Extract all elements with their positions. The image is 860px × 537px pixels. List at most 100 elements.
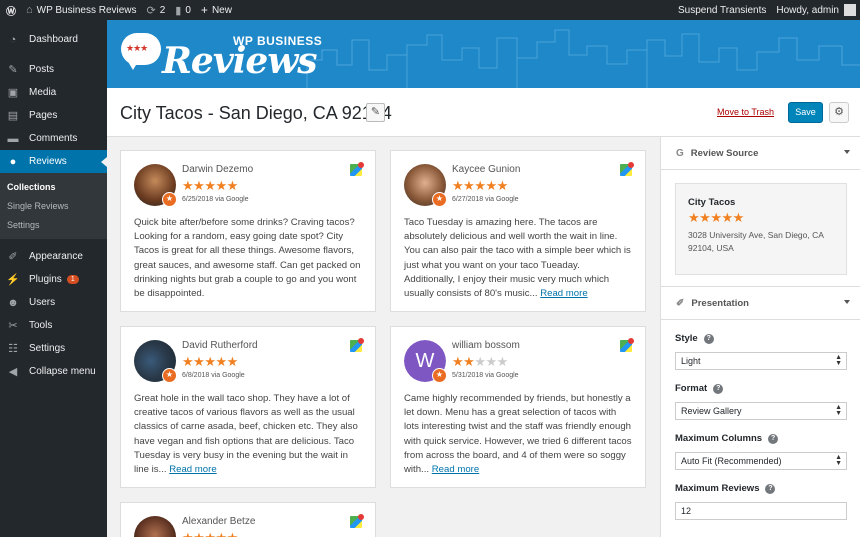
help-icon[interactable]: ? [713,383,724,394]
star-filled-icon: ★ [193,354,205,369]
review-platform-badge-icon: ★ [432,368,447,383]
pin-icon: ✎ [8,64,18,76]
howdy-text: Howdy, admin [776,4,839,16]
reviews-submenu: Collections Single Reviews Settings [0,173,107,239]
panel-header-label: Presentation [691,297,749,309]
settings-gear-button[interactable]: ⚙ [829,102,849,123]
plugins-update-badge: 1 [66,275,79,284]
presentation-header[interactable]: ✐ Presentation [661,287,860,320]
star-empty-icon: ★ [485,354,497,369]
star-filled-icon: ★ [485,178,497,193]
review-card: ★ Darwin Dezemo ★★★★★ 6/25/2018 via Goog… [120,150,376,312]
google-maps-icon[interactable] [620,162,634,176]
review-rating-stars: ★★★★★ [182,354,238,370]
menu-label: Pages [29,110,58,121]
submenu-settings[interactable]: Settings [0,215,107,234]
menu-label: Media [29,87,57,98]
review-date: 6/27/2018 via Google [452,196,519,203]
menu-plugins[interactable]: ⚡ Plugins 1 [0,268,107,291]
review-source-card: City Tacos ★★★★★ 3028 University Ave, Sa… [675,183,847,275]
style-select[interactable]: Light ▲ ▼ [675,352,847,370]
suspend-transients-link[interactable]: Suspend Transients [673,0,771,20]
submenu-single-reviews[interactable]: Single Reviews [0,196,107,215]
menu-settings[interactable]: ☷ Settings [0,337,107,360]
max-reviews-input[interactable]: 12 [675,502,847,520]
updates-link[interactable]: ⟳ 2 [142,0,171,20]
comment-bubble-icon: ▮ [175,4,182,17]
brush-icon: ✐ [676,297,685,309]
star-filled-icon: ★ [474,178,486,193]
format-select[interactable]: Review Gallery ▲ ▼ [675,402,847,420]
review-platform-badge-icon: ★ [162,192,177,207]
menu-tools[interactable]: ✂ Tools [0,314,107,337]
max-columns-label: Maximum Columns? [675,433,847,444]
admin-sidebar: ◔ Dashboard ✎ Posts ▣ Media ▤ Pages ▬ Comment… [0,20,107,537]
google-maps-icon[interactable] [350,338,364,352]
read-more-link[interactable]: Read more [432,464,479,475]
review-text: Came highly recommended by friends, but … [404,392,632,477]
star-filled-icon: ★ [226,178,239,193]
menu-reviews[interactable]: ● Reviews [0,150,107,173]
menu-posts[interactable]: ✎ Posts [0,58,107,81]
star-filled-icon: ★ [496,178,509,193]
edit-title-button[interactable]: ✎ [366,103,385,122]
help-icon[interactable]: ? [768,433,779,444]
review-body: Great hole in the wall taco shop. They h… [134,393,358,476]
review-platform-badge-icon: ★ [432,192,447,207]
source-name: City Tacos [688,197,736,208]
source-rating-stars: ★★★★★ [688,210,834,226]
move-to-trash-link[interactable]: Move to Trash [717,107,774,117]
settings-panel: G Review Source City Tacos ★★★★★ 3028 Uni… [660,137,860,537]
save-button[interactable]: Save [788,102,823,123]
select-value: Auto Fit (Recommended) [681,456,782,466]
star-filled-icon: ★ [204,354,216,369]
site-name-link[interactable]: ⌂ WP Business Reviews [21,0,142,20]
review-card: ★ Kaycee Gunion ★★★★★ 6/27/2018 via Goog… [390,150,646,312]
star-filled-icon: ★ [227,530,239,537]
menu-dashboard[interactable]: ◔ Dashboard [0,28,107,51]
collection-title-bar: City Tacos - San Diego, CA 92104 ✎ Move … [107,88,860,137]
comments-link[interactable]: ▮ 0 [170,0,196,20]
menu-comments[interactable]: ▬ Comments [0,127,107,150]
source-address: 3028 University Ave, San Diego, CA 92104… [688,230,824,253]
field-label-text: Maximum Reviews [675,483,760,494]
menu-users[interactable]: ☻ Users [0,291,107,314]
review-rating-stars: ★★★★★ [452,354,508,370]
wrench-icon: ✂ [8,320,18,332]
reviewer-name: william bossom [452,340,520,351]
read-more-link[interactable]: Read more [169,464,216,475]
menu-pages[interactable]: ▤ Pages [0,104,107,127]
field-label-text: Style [675,333,698,344]
menu-label: Appearance [29,251,83,262]
comments-count: 0 [185,4,191,16]
style-label: Style? [675,333,847,344]
menu-label: Settings [29,343,66,354]
read-more-link[interactable]: Read more [540,288,587,299]
help-icon[interactable]: ? [703,333,714,344]
menu-media[interactable]: ▣ Media [0,81,107,104]
reviewer-name: David Rutherford [182,340,258,351]
menu-label: Posts [29,64,55,75]
max-columns-select[interactable]: Auto Fit (Recommended) ▲ ▼ [675,452,847,470]
submenu-collections[interactable]: Collections [0,177,107,196]
menu-label: Users [29,297,56,308]
star-filled-icon: ★ [204,178,216,193]
my-account-link[interactable]: Howdy, admin [771,0,860,20]
google-maps-icon[interactable] [350,162,364,176]
google-maps-icon[interactable] [620,338,634,352]
site-name: WP Business Reviews [36,4,137,16]
new-content-link[interactable]: + New [196,0,237,20]
plugin-banner: ★★★ Reviews WP BUSINESS [107,20,860,88]
google-maps-icon[interactable] [350,514,364,528]
star-filled-icon: ★ [710,210,722,225]
review-date: 6/25/2018 via Google [182,196,249,203]
review-rating-stars: ★★★★★ [452,178,508,194]
star-filled-icon: ★ [452,354,464,369]
wordpress-logo-icon[interactable]: Ⓦ [0,0,21,20]
review-text: Great hole in the wall taco shop. They h… [134,392,362,477]
menu-appearance[interactable]: ✐ Appearance [0,245,107,268]
help-icon[interactable]: ? [765,483,776,494]
caret-down-icon [844,150,850,154]
review-source-header[interactable]: G Review Source [661,137,860,170]
menu-collapse[interactable]: ◀ Collapse menu [0,360,107,383]
